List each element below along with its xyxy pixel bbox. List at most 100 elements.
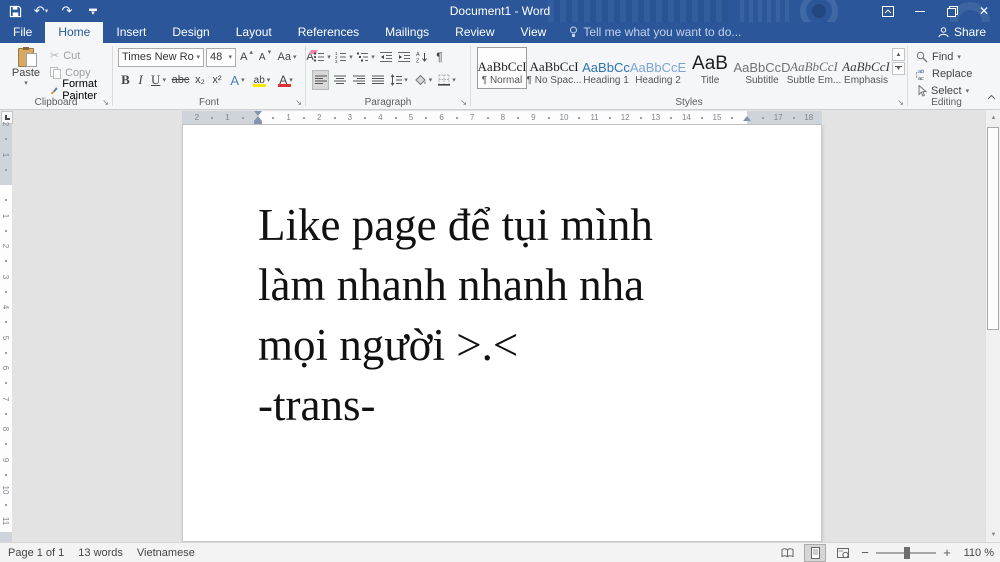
sort-button[interactable]: AZ (414, 47, 430, 67)
clipboard-dialog-launcher[interactable]: ↘ (102, 99, 109, 107)
style-card-no-spacing[interactable]: AaBbCcI ¶ No Spac... (527, 47, 582, 89)
web-layout-button[interactable] (832, 544, 854, 562)
text-line: làm nhanh nhanh nha (258, 260, 645, 310)
style-preview: AaBbCcE (629, 60, 687, 75)
style-name: Subtle Em... (786, 75, 842, 86)
dropdown-caret-icon: ▾ (428, 77, 433, 84)
left-tab-icon (5, 115, 10, 120)
increase-indent-button[interactable] (396, 47, 412, 67)
align-left-button[interactable] (312, 70, 329, 90)
zoom-slider[interactable] (876, 546, 936, 559)
styles-dialog-launcher[interactable]: ↘ (897, 99, 904, 107)
document-page[interactable]: Like page để tụi mình làm nhanh nhanh nh… (182, 124, 822, 542)
minimize-button[interactable] (904, 0, 936, 22)
shading-button[interactable]: ▾ (412, 70, 434, 90)
style-card-heading2[interactable]: AaBbCcE Heading 2 (629, 47, 687, 89)
line-spacing-button[interactable]: ▾ (388, 70, 410, 90)
style-preview: AaBbCcD (733, 60, 791, 75)
print-layout-button[interactable] (804, 543, 826, 562)
dropdown-caret-icon: ▾ (965, 88, 970, 95)
borders-button[interactable]: ▾ (436, 70, 458, 90)
vertical-scrollbar[interactable]: ▲ ▼ (985, 110, 1000, 542)
word-count[interactable]: 13 words (78, 547, 123, 559)
subscript-button[interactable]: x₂ (192, 70, 208, 90)
tell-me-box[interactable]: Tell me what you want to do... (559, 21, 751, 43)
tell-me-label: Tell me what you want to do... (583, 25, 742, 39)
align-right-button[interactable] (350, 70, 367, 90)
bold-button[interactable]: B (118, 70, 133, 90)
tab-view[interactable]: View (508, 22, 560, 43)
style-card-heading1[interactable]: AaBbCc Heading 1 (581, 47, 631, 89)
scrollbar-thumb[interactable] (987, 127, 999, 330)
replace-button[interactable]: ab ac Replace (916, 66, 972, 82)
numbering-button[interactable]: 1 2 3 ▾ (334, 47, 354, 67)
tab-review[interactable]: Review (442, 22, 507, 43)
text-highlight-button[interactable]: ab ▾ (250, 70, 274, 90)
print-layout-icon (810, 546, 820, 559)
style-card-normal[interactable]: AaBbCcI ¶ Normal (477, 47, 527, 89)
ribbon-tab-row: File Home Insert Design Layout Reference… (0, 22, 1000, 43)
text-effects-button[interactable]: A ▾ (226, 70, 249, 90)
show-hide-pilcrow-button[interactable]: ¶ (432, 47, 447, 67)
zoom-in-button[interactable]: + (942, 545, 952, 560)
format-painter-button[interactable]: Format Painter (50, 78, 112, 102)
grow-font-button[interactable]: A ▴ (238, 47, 255, 67)
style-card-subtitle[interactable]: AaBbCcD Subtitle (733, 47, 790, 89)
select-cursor-icon (918, 85, 927, 97)
h-ruler-marks: 2 1 1 2 3 4 5 6 7 8 9 10 11 12 13 14 15 17 18 (194, 113, 814, 122)
style-card-emphasis[interactable]: AaBbCcI Emphasis (841, 47, 891, 89)
read-mode-button[interactable] (776, 544, 798, 562)
tab-design[interactable]: Design (159, 22, 222, 43)
search-icon (916, 51, 928, 63)
paragraph-dialog-launcher[interactable]: ↘ (460, 99, 467, 107)
style-card-title[interactable]: AaB Title (685, 47, 735, 89)
multilevel-list-button[interactable]: ▾ (356, 47, 376, 67)
strikethrough-button[interactable]: abc (170, 70, 191, 90)
right-indent-marker[interactable] (743, 116, 751, 121)
zoom-out-button[interactable]: − (860, 545, 870, 560)
paste-button[interactable]: Paste ▾ (6, 46, 46, 104)
zoom-level[interactable]: 110 % (958, 547, 994, 559)
italic-button[interactable]: I (134, 70, 147, 90)
change-case-button[interactable]: Aa ▾ (275, 47, 299, 67)
tab-mailings[interactable]: Mailings (372, 22, 442, 43)
underline-button[interactable]: U ▾ (148, 70, 169, 90)
font-size-combobox[interactable]: 48 ▾ (206, 47, 236, 67)
tab-home[interactable]: Home (45, 22, 104, 43)
zoom-slider-thumb[interactable] (904, 546, 910, 559)
justify-button[interactable] (369, 70, 386, 90)
font-name-combobox[interactable]: Times New Ro ▾ (118, 47, 204, 67)
collapse-ribbon-button[interactable] (987, 87, 996, 105)
grow-font-label: A (240, 51, 248, 63)
styles-gallery-more-button[interactable]: ▼ (892, 62, 905, 75)
restore-button[interactable] (936, 0, 968, 22)
tab-references[interactable]: References (285, 22, 372, 43)
tab-layout[interactable]: Layout (223, 22, 285, 43)
font-color-button[interactable]: A ▾ (275, 70, 297, 90)
close-button[interactable]: ✕ (968, 0, 1000, 22)
style-name: Heading 1 (583, 75, 629, 86)
shrink-font-button[interactable]: A ▾ (257, 47, 273, 67)
scroll-up-button[interactable]: ▲ (986, 110, 1000, 125)
page-indicator[interactable]: Page 1 of 1 (8, 547, 64, 559)
style-card-subtle-emphasis[interactable]: AaBbCcI Subtle Em... (786, 47, 842, 89)
find-button[interactable]: Find ▾ (916, 49, 961, 65)
vertical-ruler: 2 1 1 2 3 4 5 6 7 8 9 10 11 (0, 122, 12, 542)
svg-text:ac: ac (918, 76, 924, 80)
decrease-indent-button[interactable] (378, 47, 394, 67)
ribbon-display-options-button[interactable] (872, 0, 904, 22)
text-line: -trans- (258, 380, 376, 430)
justify-icon (371, 75, 384, 84)
tab-insert[interactable]: Insert (103, 22, 159, 43)
scroll-down-button[interactable]: ▼ (986, 527, 1000, 542)
align-center-button[interactable] (331, 70, 348, 90)
bullets-button[interactable]: ▾ (312, 47, 332, 67)
tab-file[interactable]: File (0, 22, 45, 43)
line-spacing-icon (390, 74, 403, 86)
language-indicator[interactable]: Vietnamese (137, 547, 195, 559)
share-button[interactable]: Share (932, 23, 992, 41)
styles-scroll-up-button[interactable]: ▲ (892, 48, 905, 61)
superscript-button[interactable]: x² (209, 70, 225, 90)
font-dialog-launcher[interactable]: ↘ (295, 99, 302, 107)
cut-button[interactable]: ✂ Cut (50, 47, 80, 64)
